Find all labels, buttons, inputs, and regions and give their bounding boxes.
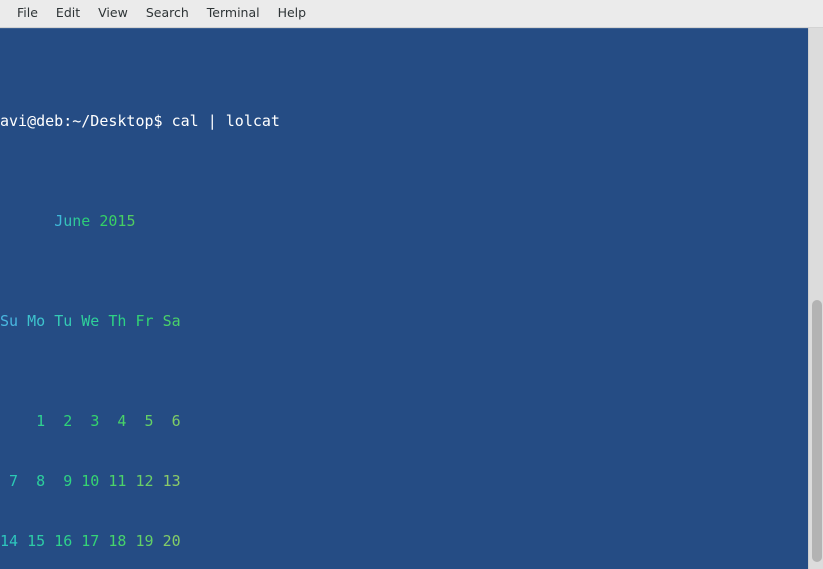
shell-prompt: avi@deb:~/Desktop$	[0, 112, 163, 130]
calendar-day-cell: 20	[162, 532, 181, 550]
calendar-gap	[18, 532, 27, 550]
calendar-title-char: u	[63, 212, 73, 230]
calendar-day-cell: 5	[144, 412, 154, 430]
calendar-weekday-header: Fr	[135, 312, 154, 330]
calendar-day-cell: 6	[171, 412, 181, 430]
calendar-title: June 2015	[54, 212, 135, 230]
calendar-weekday-header: Tu	[54, 312, 73, 330]
calendar-cell-pad	[27, 412, 36, 430]
calendar-title-char	[90, 212, 99, 230]
calendar-title-char: 5	[126, 212, 136, 230]
calendar-day-cell: 10	[81, 472, 100, 490]
calendar-day-cell: 14	[0, 532, 19, 550]
calendar-gap	[18, 312, 27, 330]
calendar-cell-pad	[54, 412, 63, 430]
calendar-day-cell: 8	[36, 472, 46, 490]
calendar-gap	[45, 312, 54, 330]
calendar-day-cell: 1	[36, 412, 46, 430]
calendar-day-cell: 7	[9, 472, 19, 490]
calendar-gap	[72, 412, 81, 430]
calendar-day-cell: 18	[108, 532, 127, 550]
calendar-gap	[72, 312, 81, 330]
calendar-gap	[18, 472, 27, 490]
calendar-weekday-header-row: Su Mo Tu We Th Fr Sa	[0, 311, 808, 331]
menu-item-view[interactable]: View	[89, 4, 137, 23]
calendar-title-char: J	[54, 212, 64, 230]
terminal-output: avi@deb:~/Desktop$ cal | lolcat June 201…	[0, 31, 808, 569]
vertical-scrollbar[interactable]	[808, 28, 823, 569]
calendar-cell-pad	[0, 472, 9, 490]
calendar-day-cell: 13	[162, 472, 181, 490]
typed-command: cal | lolcat	[171, 112, 280, 130]
calendar-gap	[154, 412, 163, 430]
calendar-cell-pad	[81, 412, 90, 430]
calendar-gap	[18, 412, 27, 430]
calendar-weekday-header: We	[81, 312, 100, 330]
calendar-day-cell: 9	[63, 472, 73, 490]
terminal-screen[interactable]: avi@deb:~/Desktop$ cal | lolcat June 201…	[0, 28, 808, 569]
calendar-week-row: 14 15 16 17 18 19 20	[0, 531, 808, 551]
calendar-gap	[72, 472, 81, 490]
calendar-cell-pad	[163, 412, 172, 430]
calendar-day-cell: 11	[108, 472, 127, 490]
calendar-empty-cell	[0, 412, 18, 430]
calendar-cell-pad	[27, 472, 36, 490]
terminal-command-line: avi@deb:~/Desktop$ cal | lolcat	[0, 111, 808, 131]
calendar-weekday-header: Su	[0, 312, 19, 330]
calendar-weekday-header: Sa	[162, 312, 181, 330]
calendar-weekday-header: Mo	[27, 312, 46, 330]
terminal-window: File Edit View Search Terminal Help avi@…	[0, 0, 823, 569]
calendar-title-line: June 2015	[0, 211, 808, 231]
calendar-weekday-header: Th	[108, 312, 127, 330]
calendar-gap	[45, 412, 54, 430]
calendar-gap	[45, 532, 54, 550]
calendar-gap	[72, 532, 81, 550]
calendar-cell-pad	[54, 472, 63, 490]
calendar-day-cell: 15	[27, 532, 46, 550]
calendar-gap	[154, 312, 163, 330]
calendar-week-row: 7 8 9 10 11 12 13	[0, 471, 808, 491]
calendar-day-cell: 3	[90, 412, 100, 430]
calendar-title-char: n	[72, 212, 82, 230]
menu-bar: File Edit View Search Terminal Help	[0, 0, 823, 28]
menu-item-file[interactable]: File	[8, 4, 47, 23]
calendar-cell-pad	[135, 412, 144, 430]
calendar-gap	[45, 472, 54, 490]
menu-item-edit[interactable]: Edit	[47, 4, 89, 23]
menu-item-search[interactable]: Search	[137, 4, 198, 23]
calendar-week-row: 1 2 3 4 5 6	[0, 411, 808, 431]
calendar-day-cell: 16	[54, 532, 73, 550]
menu-item-help[interactable]: Help	[269, 4, 316, 23]
calendar-gap	[154, 532, 163, 550]
calendar-gap	[154, 472, 163, 490]
menu-item-terminal[interactable]: Terminal	[198, 4, 269, 23]
calendar-day-cell: 2	[63, 412, 73, 430]
calendar-day-cell: 19	[135, 532, 154, 550]
calendar-day-cell: 17	[81, 532, 100, 550]
calendar-title-indent	[0, 212, 54, 230]
calendar-title-char: e	[81, 212, 91, 230]
scrollbar-thumb[interactable]	[812, 300, 822, 562]
calendar-day-cell: 12	[135, 472, 154, 490]
